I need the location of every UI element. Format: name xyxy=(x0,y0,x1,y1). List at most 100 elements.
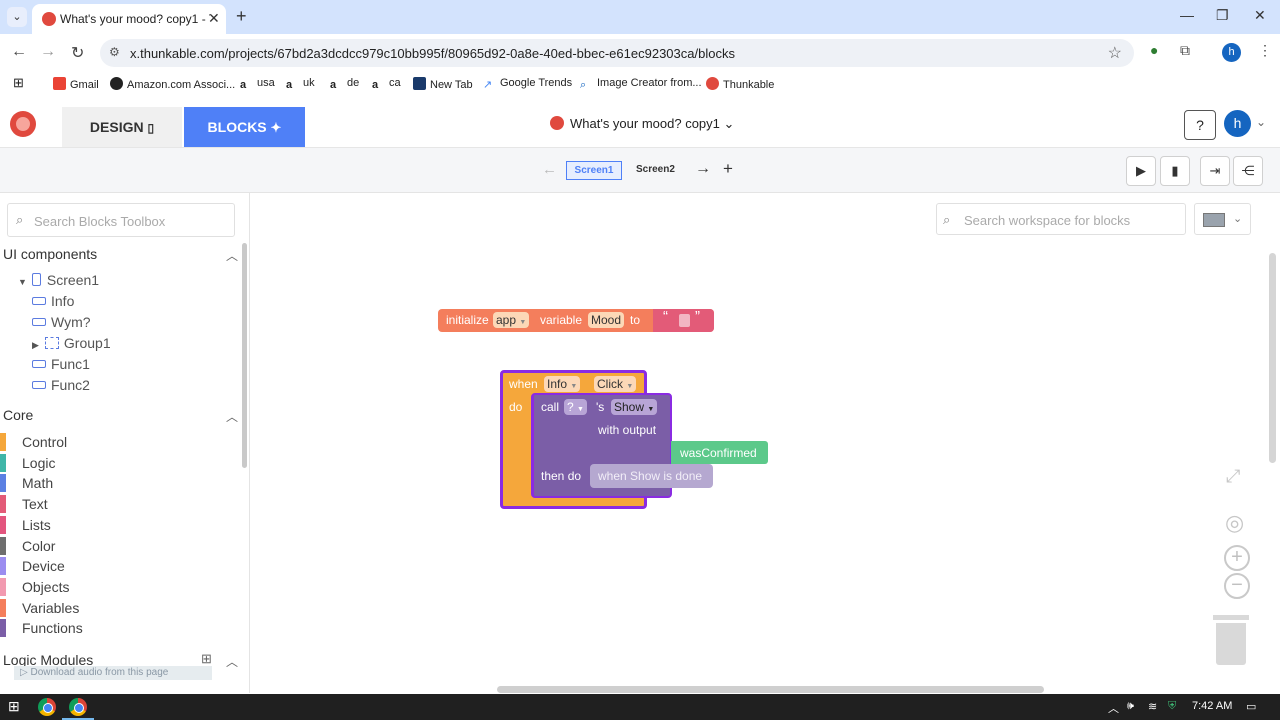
core-header[interactable]: Core xyxy=(3,407,33,423)
category-logic[interactable]: Logic xyxy=(0,453,240,472)
extension-globe-icon[interactable]: ● xyxy=(1150,42,1158,58)
bookmark-amazon-associates[interactable]: Amazon.com Associ... xyxy=(110,77,235,91)
share-icon[interactable]: ⋲ xyxy=(1233,156,1263,186)
tab-search-chevron-icon[interactable]: ⌄ xyxy=(7,7,27,27)
thunkable-logo[interactable] xyxy=(10,111,36,137)
component-func1[interactable]: Func1 xyxy=(32,356,90,372)
volume-icon[interactable]: 🕪 xyxy=(1127,700,1134,713)
component-group1[interactable]: ▶ Group1 xyxy=(32,335,111,351)
ghost-when-show-done-block[interactable]: when Show is done xyxy=(590,464,713,488)
tab-design[interactable]: DESIGN ▯ xyxy=(62,107,182,147)
bookmark-image-creator[interactable]: ⌕ Image Creator from... xyxy=(580,77,702,92)
new-tab-icon[interactable]: + xyxy=(236,6,247,27)
bookmark-usa[interactable]: a usa xyxy=(240,77,275,92)
component-func2[interactable]: Func2 xyxy=(32,377,90,393)
apps-grid-icon[interactable]: ⊞ xyxy=(13,75,24,91)
bookmark-ca[interactable]: a ca xyxy=(372,77,401,92)
windows-start-icon[interactable]: ⊞ xyxy=(8,698,20,715)
bookmark-uk[interactable]: a uk xyxy=(286,77,315,92)
workspace-vertical-scrollbar[interactable] xyxy=(1269,253,1276,463)
fullscreen-icon[interactable]: ⤢ xyxy=(1226,466,1240,487)
bookmark-star-icon[interactable]: ☆ xyxy=(1108,43,1122,63)
address-bar[interactable]: ⚙ x.thunkable.com/projects/67bd2a3dcdcc9… xyxy=(100,39,1134,67)
variable-name-field[interactable]: Mood xyxy=(588,312,625,328)
tab-screen1[interactable]: Screen1 xyxy=(566,161,622,180)
recenter-icon[interactable]: ◎ xyxy=(1225,510,1244,536)
sidebar-scrollbar[interactable] xyxy=(242,243,247,468)
browser-menu-icon[interactable]: ⋮ xyxy=(1258,42,1272,59)
tab-blocks[interactable]: BLOCKS ✦ xyxy=(184,107,305,147)
chrome-taskbar-icon[interactable] xyxy=(69,698,87,716)
method-dropdown[interactable]: Show ▼ xyxy=(611,399,658,415)
maximize-icon[interactable]: ❐ xyxy=(1216,7,1229,24)
bookmark-de[interactable]: a de xyxy=(330,77,359,92)
wifi-icon[interactable]: ≋ xyxy=(1148,700,1157,713)
tab-screen2[interactable]: Screen2 xyxy=(636,164,675,175)
download-app-icon[interactable]: ⇥ xyxy=(1200,156,1230,186)
extensions-puzzle-icon[interactable]: ⧉ xyxy=(1180,42,1190,59)
category-math[interactable]: Math xyxy=(0,474,240,493)
prev-screen-arrow-icon[interactable]: ← xyxy=(542,161,557,178)
collapse-chevron-icon[interactable]: ︿ xyxy=(226,653,238,670)
blocks-workspace[interactable]: ⌕ Search workspace for blocks ⌄ initiali… xyxy=(250,193,1280,693)
category-lists[interactable]: Lists xyxy=(0,515,240,534)
minimize-icon[interactable]: — xyxy=(1180,7,1194,23)
category-text[interactable]: Text xyxy=(0,495,240,514)
toolbox-search-input[interactable]: ⌕ Search Blocks Toolbox xyxy=(7,203,235,237)
account-chevron-icon[interactable]: ⌄ xyxy=(1256,115,1266,129)
collapse-chevron-icon[interactable]: ︿ xyxy=(226,408,238,425)
category-variables[interactable]: Variables xyxy=(0,598,240,617)
chrome-taskbar-icon[interactable] xyxy=(38,698,56,716)
bookmark-google-trends[interactable]: ↗ Google Trends xyxy=(483,77,572,91)
notifications-icon[interactable]: ▭ xyxy=(1246,700,1256,713)
bookmark-new-tab[interactable]: New Tab xyxy=(413,77,473,91)
initialize-variable-block[interactable]: initialize app ▼ variable Mood to “ ” xyxy=(438,308,714,332)
reload-icon[interactable]: ↻ xyxy=(71,43,84,63)
next-screen-arrow-icon[interactable]: → xyxy=(695,160,711,178)
browser-profile-avatar[interactable]: h xyxy=(1222,43,1241,62)
download-audio-bar[interactable]: ▷ Download audio from this page xyxy=(14,666,212,680)
trash-icon[interactable] xyxy=(1213,615,1249,665)
zoom-in-icon[interactable]: + xyxy=(1224,545,1250,571)
project-title-dropdown[interactable]: What's your mood? copy1 ⌄ xyxy=(550,116,734,132)
category-objects[interactable]: Objects xyxy=(0,577,240,596)
text-string-block[interactable]: “ ” xyxy=(653,308,714,332)
call-target-dropdown[interactable]: ? ▼ xyxy=(564,399,587,415)
help-button[interactable]: ? xyxy=(1184,110,1216,140)
bookmark-thunkable[interactable]: Thunkable xyxy=(706,77,774,91)
browser-tab[interactable]: What's your mood? copy1 - Thu ✕ xyxy=(32,4,226,34)
category-device[interactable]: Device xyxy=(0,557,240,576)
category-functions[interactable]: Functions xyxy=(0,619,240,638)
category-color[interactable]: Color xyxy=(0,536,240,555)
component-dropdown[interactable]: Info ▼ xyxy=(544,376,581,392)
device-preview-selector[interactable]: ⌄ xyxy=(1194,203,1251,235)
category-label: Objects xyxy=(22,578,70,595)
forward-arrow-icon[interactable]: → xyxy=(40,43,56,61)
collapse-chevron-icon[interactable]: ︿ xyxy=(226,247,238,264)
add-module-icon[interactable]: ⊞ xyxy=(201,651,212,667)
window-close-icon[interactable]: ✕ xyxy=(1254,7,1266,24)
security-shield-icon[interactable]: ⛨ xyxy=(1168,700,1176,713)
zoom-out-icon[interactable]: − xyxy=(1224,573,1250,599)
back-arrow-icon[interactable]: ← xyxy=(11,43,27,61)
live-test-icon[interactable]: ▮ xyxy=(1160,156,1190,186)
component-info[interactable]: Info xyxy=(32,293,74,309)
preview-icon[interactable]: ▶ xyxy=(1126,156,1156,186)
component-wym[interactable]: Wym? xyxy=(32,314,91,330)
category-control[interactable]: Control xyxy=(0,433,240,451)
output-param-block[interactable]: wasConfirmed xyxy=(671,441,768,464)
workspace-horizontal-scrollbar[interactable] xyxy=(497,686,1044,693)
bookmark-gmail[interactable]: Gmail xyxy=(53,77,99,91)
tab-close-icon[interactable]: ✕ xyxy=(208,10,220,27)
ui-components-header[interactable]: UI components xyxy=(3,246,97,262)
tray-chevron-icon[interactable]: ︿ xyxy=(1108,700,1119,716)
workspace-search-input[interactable]: ⌕ Search workspace for blocks xyxy=(936,203,1186,235)
user-avatar[interactable]: h xyxy=(1224,110,1251,137)
scope-dropdown[interactable]: app ▼ xyxy=(493,312,530,328)
event-dropdown[interactable]: Click ▼ xyxy=(594,376,637,392)
text-value-field[interactable] xyxy=(679,314,690,327)
add-screen-icon[interactable]: + xyxy=(723,159,733,179)
component-screen1[interactable]: ▼ Screen1 xyxy=(18,272,99,288)
site-info-icon[interactable]: ⚙ xyxy=(109,45,120,59)
clock-time[interactable]: 7:42 AM xyxy=(1192,700,1232,712)
